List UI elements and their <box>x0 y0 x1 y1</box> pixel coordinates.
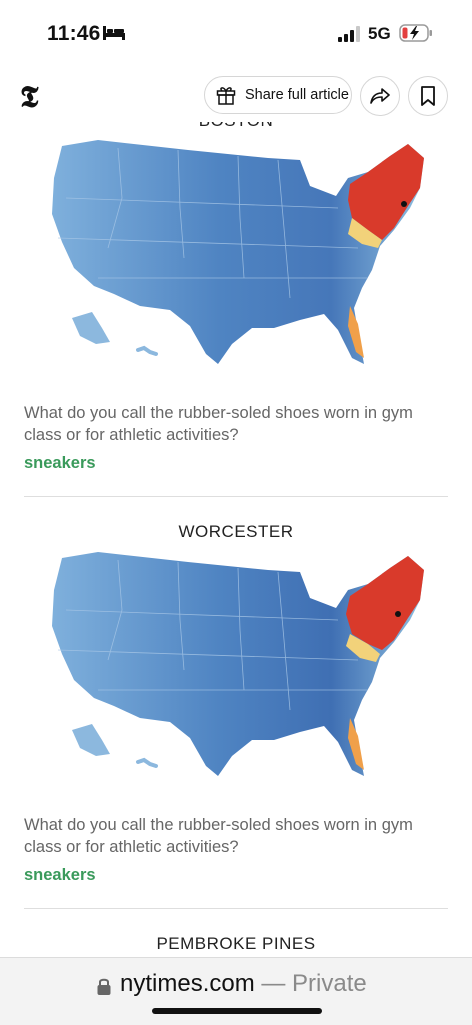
gift-icon <box>216 87 236 105</box>
url-domain: nytimes.com <box>120 970 255 997</box>
battery-charging-icon <box>399 24 432 42</box>
forward-share-button[interactable] <box>360 76 400 116</box>
section-divider <box>24 496 448 497</box>
city-title: PEMBROKE PINES <box>156 934 316 953</box>
section-divider <box>24 908 448 909</box>
city-title: WORCESTER <box>178 522 294 541</box>
url-text[interactable]: nytimes.com — Private <box>120 970 367 998</box>
bookmark-icon <box>421 86 435 106</box>
answer-text: sneakers <box>24 454 96 472</box>
question-text: What do you call the rubber-soled shoes … <box>24 816 413 856</box>
clock-time: 11:46 <box>47 22 101 45</box>
status-bar: 11:46 5G <box>0 0 472 70</box>
home-indicator[interactable] <box>152 1008 322 1014</box>
nyt-logo[interactable]: 𝕿 <box>20 82 48 114</box>
network-label: 5G <box>368 24 391 43</box>
forward-arrow-icon <box>370 88 390 104</box>
browser-url-bar[interactable]: nytimes.com — Private <box>0 957 472 1025</box>
article-toolbar: 𝕿 Share full article <box>0 72 472 122</box>
private-mode-label: Private <box>292 970 367 997</box>
lock-icon <box>97 978 111 995</box>
bookmark-button[interactable] <box>408 76 448 116</box>
share-full-article-button[interactable]: Share full article <box>204 76 352 114</box>
question-text: What do you call the rubber-soled shoes … <box>24 404 413 444</box>
signal-icon <box>338 26 360 42</box>
answer-text: sneakers <box>24 866 96 884</box>
article-content: BOSTON What do you call the rubber-soled… <box>0 122 472 957</box>
dialect-map <box>52 552 424 776</box>
dialect-map <box>52 140 424 364</box>
share-button-label: Share full article <box>245 87 349 103</box>
url-separator: — <box>254 970 293 997</box>
city-title: BOSTON <box>0 122 472 131</box>
bed-icon <box>103 26 125 40</box>
